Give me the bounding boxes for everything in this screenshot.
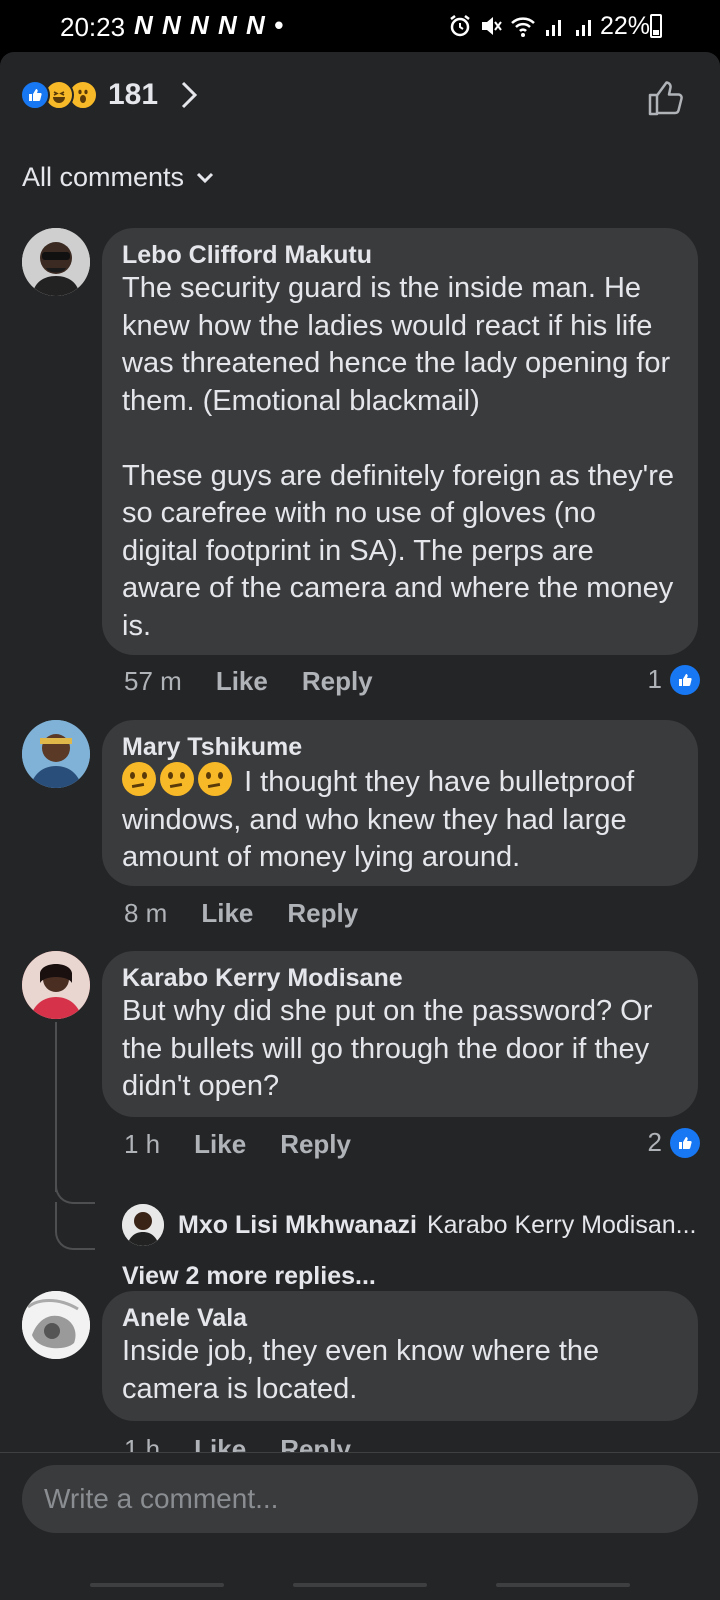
comment-author[interactable]: Lebo Clifford Makutu	[122, 240, 678, 270]
chevron-right-icon	[182, 81, 198, 109]
mute-icon	[482, 17, 502, 35]
comment-author[interactable]: Karabo Kerry Modisane	[122, 963, 678, 993]
comment-time: 8 m	[124, 898, 168, 928]
thinking-emoji-icon	[198, 762, 232, 796]
battery-percent: 22%	[599, 12, 650, 40]
comment-author[interactable]: Anele Vala	[122, 1303, 678, 1333]
status-bar: 20:23 N N N N N • 22%	[0, 0, 720, 52]
reply-preview[interactable]: Mxo Lisi Mkhwanazi Karabo Kerry Modisan.…	[122, 1204, 702, 1246]
comment-input-placeholder: Write a comment...	[44, 1483, 279, 1514]
comment-time: 1 h	[124, 1129, 161, 1159]
sort-label: All comments	[22, 162, 185, 192]
comment-bubble[interactable]: Lebo Clifford Makutu The security guard …	[102, 228, 698, 655]
wifi-icon	[511, 17, 535, 37]
signal-icon	[546, 20, 561, 36]
like-post-icon[interactable]	[646, 78, 686, 118]
like-count: 1	[647, 664, 662, 694]
gesture-bar	[0, 1579, 720, 1600]
thread-line	[55, 1022, 57, 1192]
comment-actions: 1 h Like Reply	[124, 1129, 385, 1160]
like-count: 2	[647, 1127, 662, 1157]
reply-button[interactable]: Reply	[302, 666, 373, 697]
reply-button[interactable]: Reply	[287, 898, 358, 929]
like-icon	[20, 80, 50, 110]
comment-text-wrap: I thought they have bulletproof windows,…	[122, 762, 678, 877]
notification-icons: N N N N N •	[134, 10, 285, 40]
thinking-emoji-icon	[160, 762, 194, 796]
system-icons	[448, 13, 596, 39]
thread-branch	[55, 1172, 95, 1204]
avatar[interactable]	[22, 720, 90, 788]
comment-text: But why did she put on the password? Or …	[122, 995, 661, 1102]
battery-icon	[650, 14, 662, 38]
comment-input[interactable]: Write a comment...	[22, 1465, 698, 1533]
nav-gesture-right[interactable]	[496, 1583, 630, 1587]
avatar[interactable]	[22, 1291, 90, 1359]
comments-sheet: 181 All comments Lebo Clifford Makutu Th…	[0, 52, 720, 1600]
comment-likes[interactable]: 2	[648, 1127, 700, 1158]
comment-likes[interactable]: 1	[648, 664, 700, 695]
like-icon	[670, 664, 700, 695]
view-more-replies-link[interactable]: View 2 more replies...	[122, 1262, 376, 1291]
like-icon	[670, 1127, 700, 1158]
alarm-icon	[450, 15, 470, 37]
comment-author[interactable]: Mary Tshikume	[122, 732, 678, 762]
comment-time: 57 m	[124, 666, 182, 696]
status-time: 20:23	[60, 12, 126, 42]
comment-text: The security guard is the inside man. He…	[122, 272, 675, 642]
thread-branch	[55, 1202, 95, 1250]
comment-sort-dropdown[interactable]: All comments	[22, 162, 214, 193]
comment-text: Inside job, they even know where the cam…	[122, 1335, 608, 1405]
reply-text: Karabo Kerry Modisan...	[426, 1210, 697, 1239]
avatar[interactable]	[122, 1204, 164, 1246]
nav-gesture-left[interactable]	[90, 1583, 224, 1587]
signal-icon-2	[576, 20, 591, 36]
comment-composer: Write a comment...	[0, 1452, 720, 1600]
chevron-down-icon	[196, 172, 214, 183]
avatar[interactable]	[22, 951, 90, 1019]
comment-actions: 57 m Like Reply	[124, 666, 407, 697]
comment-actions: 8 m Like Reply	[124, 898, 392, 929]
like-button[interactable]: Like	[201, 898, 253, 929]
thinking-emoji-icon	[122, 762, 156, 796]
nav-gesture-home[interactable]	[293, 1583, 427, 1587]
reaction-count: 181	[108, 78, 159, 111]
avatar[interactable]	[22, 228, 90, 296]
like-button[interactable]: Like	[194, 1129, 246, 1160]
like-button[interactable]: Like	[216, 666, 268, 697]
comment-bubble[interactable]: Karabo Kerry Modisane But why did she pu…	[102, 951, 698, 1117]
reactions-summary[interactable]: 181	[20, 78, 198, 112]
reply-button[interactable]: Reply	[280, 1129, 351, 1160]
reply-author[interactable]: Mxo Lisi Mkhwanazi	[178, 1211, 417, 1240]
comment-bubble[interactable]: Anele Vala Inside job, they even know wh…	[102, 1291, 698, 1421]
comment-bubble[interactable]: Mary Tshikume I thought they have bullet…	[102, 720, 698, 886]
